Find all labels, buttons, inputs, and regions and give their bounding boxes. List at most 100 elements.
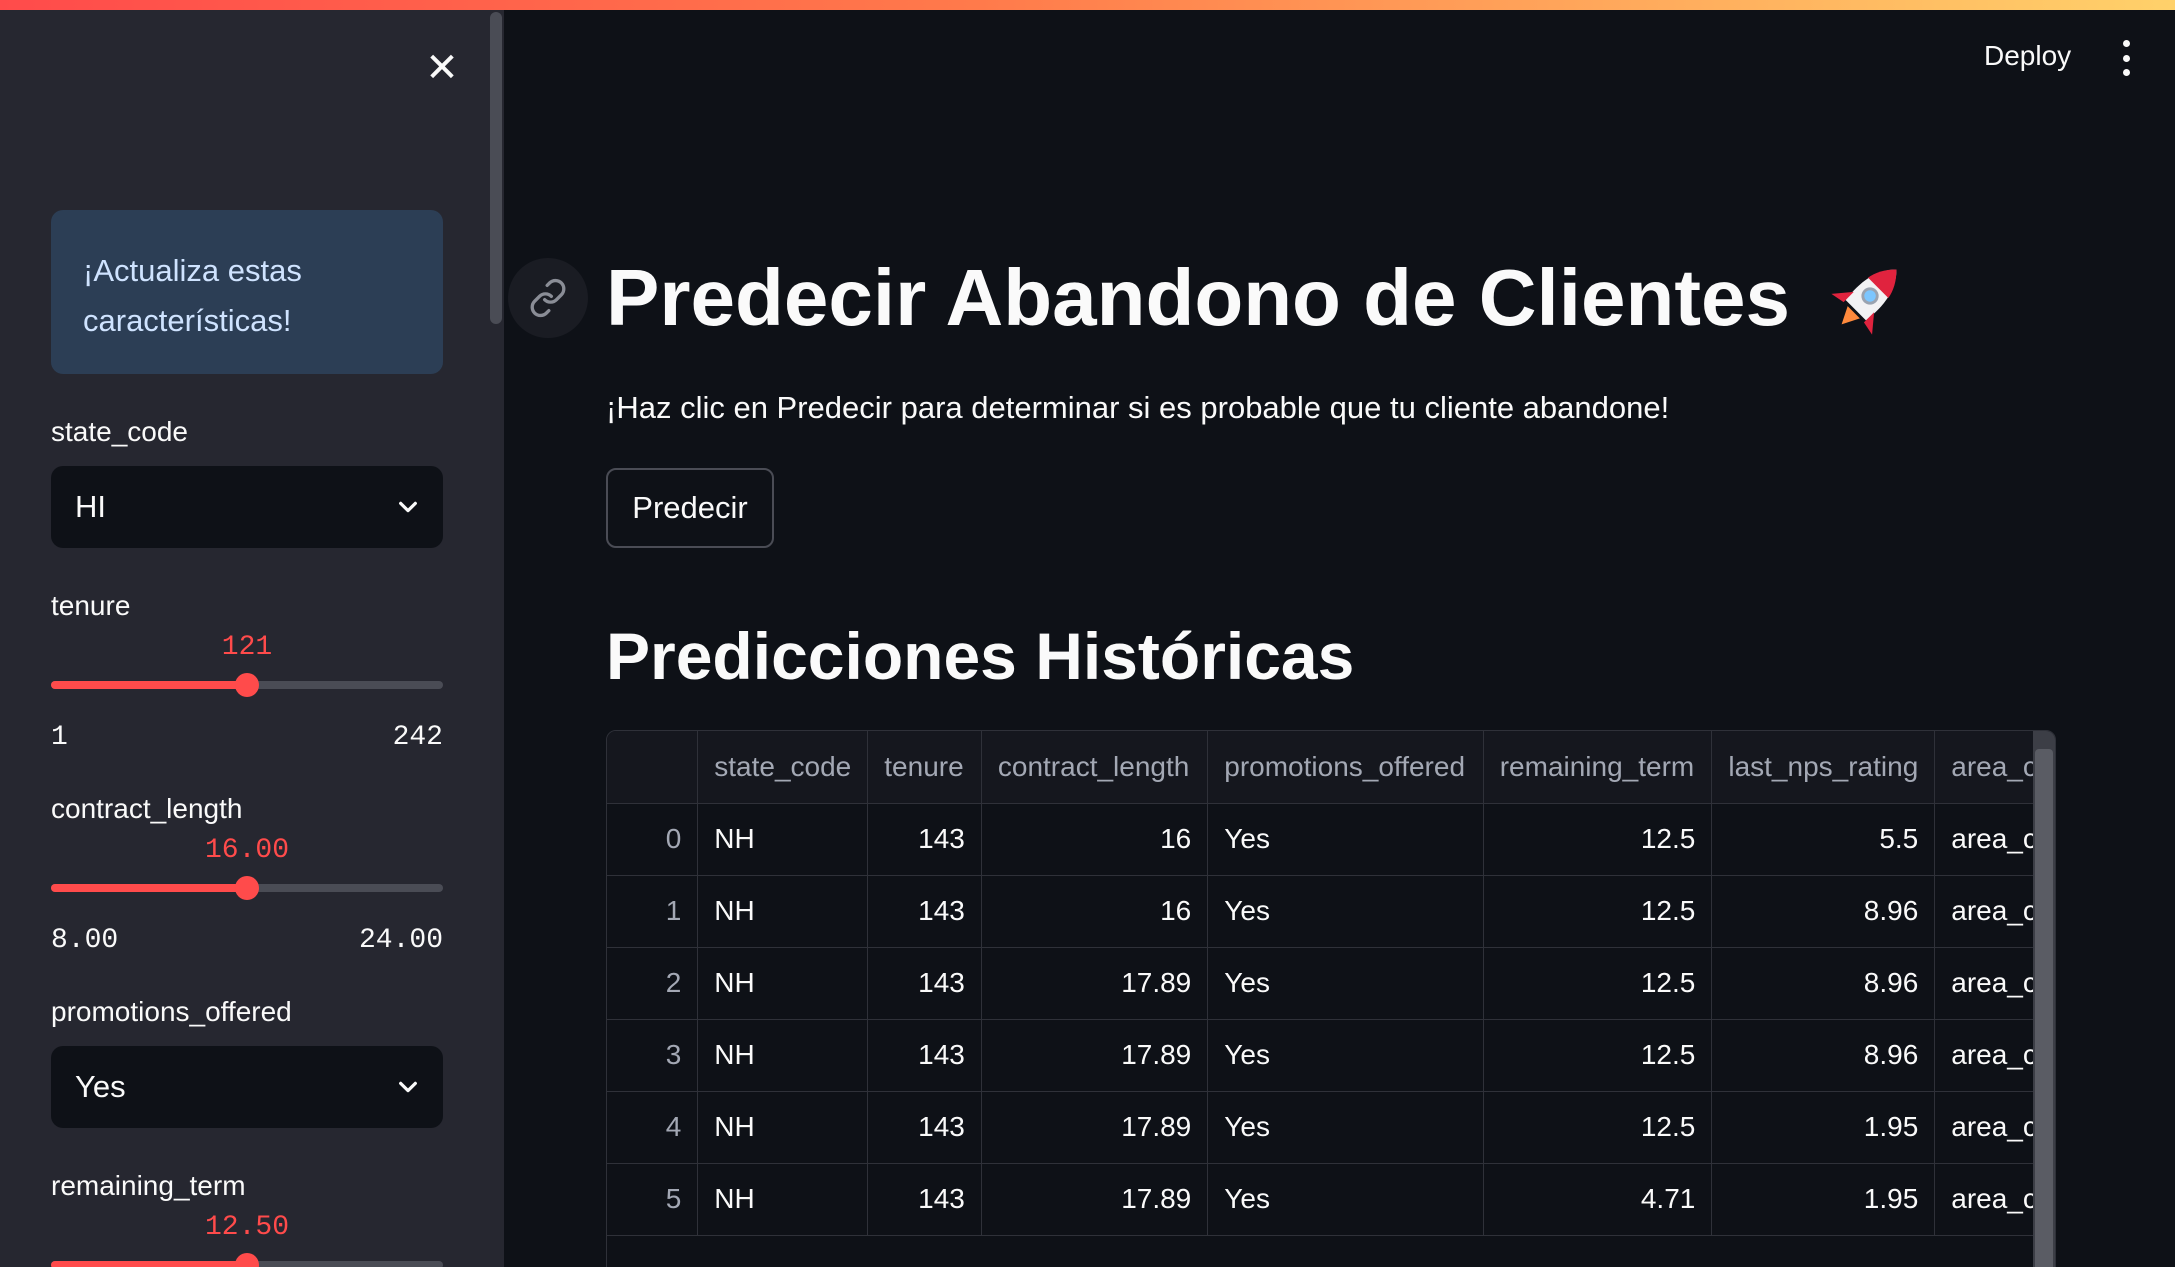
info-text: ¡Actualiza estas características!: [83, 253, 302, 338]
page-title: Predecir Abandono de Clientes: [606, 252, 1914, 344]
contract-length-slider-value: 16.00: [204, 835, 290, 866]
deploy-button[interactable]: Deploy: [1984, 40, 2071, 72]
row-index[interactable]: 0: [607, 803, 699, 876]
info-box: ¡Actualiza estas características!: [51, 210, 443, 374]
table-cell[interactable]: 17.89: [981, 1091, 1209, 1164]
state-code-select[interactable]: HI: [51, 466, 443, 548]
page-title-text: Predecir Abandono de Clientes: [606, 253, 1790, 342]
row-index[interactable]: 3: [607, 1019, 699, 1092]
table-cell[interactable]: NH: [697, 803, 869, 876]
table-cell[interactable]: Yes: [1207, 1019, 1484, 1092]
table-cell[interactable]: 17.89: [981, 1163, 1209, 1236]
table-cell[interactable]: 12.5: [1483, 947, 1713, 1020]
remaining-term-slider-value: 12.50: [204, 1212, 290, 1243]
table-scrollbar[interactable]: [2033, 731, 2055, 1267]
table-scrollbar-thumb[interactable]: [2035, 749, 2053, 1267]
table-cell[interactable]: 16: [981, 875, 1209, 948]
table-cell[interactable]: NH: [697, 1091, 869, 1164]
table-cell[interactable]: NH: [697, 947, 869, 1020]
table-row: 0 NH 143 16 Yes 12.5 5.5 area_c: [607, 803, 2055, 876]
tenure-min: 1: [51, 722, 68, 753]
close-sidebar-icon[interactable]: ✕: [424, 48, 460, 88]
chevron-down-icon: [399, 1081, 417, 1093]
promotions-offered-label: promotions_offered: [51, 996, 292, 1027]
table-cell[interactable]: 12.5: [1483, 803, 1713, 876]
promotions-offered-value: Yes: [75, 1069, 126, 1104]
contract-length-slider[interactable]: [51, 876, 443, 900]
column-header[interactable]: remaining_term: [1483, 731, 1713, 804]
column-header[interactable]: last_nps_rating: [1711, 731, 1936, 804]
tenure-max: 242: [392, 722, 443, 753]
top-decoration-bar: [0, 0, 2175, 10]
contract-length-min: 8.00: [51, 925, 119, 956]
row-index[interactable]: 4: [607, 1091, 699, 1164]
table-cell[interactable]: Yes: [1207, 803, 1484, 876]
table-cell[interactable]: 143: [867, 1019, 982, 1092]
rocket-icon: [1831, 269, 1897, 335]
table-cell[interactable]: Yes: [1207, 1163, 1484, 1236]
column-header[interactable]: contract_length: [981, 731, 1209, 804]
remaining-term-slider-handle[interactable]: [235, 1253, 259, 1267]
table-cell[interactable]: 1.95: [1711, 1163, 1936, 1236]
table-cell[interactable]: 5.5: [1711, 803, 1936, 876]
sidebar-scrollbar[interactable]: [490, 12, 502, 324]
table-cell[interactable]: 8.96: [1711, 1019, 1936, 1092]
table-cell[interactable]: 8.96: [1711, 875, 1936, 948]
table-header-row: state_code tenure contract_length promot…: [607, 731, 2055, 804]
row-index[interactable]: 1: [607, 875, 699, 948]
anchor-link-icon[interactable]: [508, 258, 588, 338]
table-cell[interactable]: 12.5: [1483, 1091, 1713, 1164]
table-cell[interactable]: 143: [867, 1163, 982, 1236]
history-table[interactable]: state_code tenure contract_length promot…: [606, 730, 2056, 1267]
tenure-slider-handle[interactable]: [235, 673, 259, 697]
table-cell[interactable]: NH: [697, 1019, 869, 1092]
contract-length-slider-range: 8.00 24.00: [51, 925, 443, 956]
table-cell[interactable]: Yes: [1207, 1091, 1484, 1164]
main-menu-icon[interactable]: [2120, 40, 2132, 76]
history-title: Predicciones Históricas: [606, 619, 1355, 693]
table-cell[interactable]: 143: [867, 875, 982, 948]
state-code-value: HI: [75, 489, 106, 524]
table-cell[interactable]: NH: [697, 1163, 869, 1236]
tenure-slider-value: 121: [221, 632, 273, 663]
column-header[interactable]: promotions_offered: [1207, 731, 1484, 804]
table-cell[interactable]: Yes: [1207, 875, 1484, 948]
tenure-slider-range: 1 242: [51, 722, 443, 753]
state-code-label: state_code: [51, 416, 188, 447]
table-row: 2 NH 143 17.89 Yes 12.5 8.96 area_c: [607, 947, 2055, 1020]
predict-button[interactable]: Predecir: [606, 468, 774, 548]
column-header[interactable]: state_code: [697, 731, 869, 804]
table-cell[interactable]: 12.5: [1483, 875, 1713, 948]
table-cell[interactable]: 1.95: [1711, 1091, 1936, 1164]
contract-length-slider-fill: [51, 884, 247, 892]
table-row: 1 NH 143 16 Yes 12.5 8.96 area_c: [607, 875, 2055, 948]
table-row: 4 NH 143 17.89 Yes 12.5 1.95 area_c: [607, 1091, 2055, 1164]
remaining-term-slider[interactable]: [51, 1253, 443, 1267]
column-header-index[interactable]: [607, 731, 699, 804]
table-cell[interactable]: 16: [981, 803, 1209, 876]
tenure-slider[interactable]: [51, 673, 443, 697]
column-header[interactable]: tenure: [867, 731, 982, 804]
table-cell[interactable]: 143: [867, 803, 982, 876]
sidebar: ✕ ¡Actualiza estas características! stat…: [0, 10, 504, 1267]
promotions-offered-select[interactable]: Yes: [51, 1046, 443, 1128]
chevron-down-icon: [399, 501, 417, 513]
row-index[interactable]: 2: [607, 947, 699, 1020]
remaining-term-slider-fill: [51, 1261, 247, 1267]
remaining-term-label: remaining_term: [51, 1170, 246, 1201]
table-cell[interactable]: 17.89: [981, 947, 1209, 1020]
table-cell[interactable]: 143: [867, 1091, 982, 1164]
table-cell[interactable]: 12.5: [1483, 1019, 1713, 1092]
table-cell[interactable]: 17.89: [981, 1019, 1209, 1092]
table-row: 3 NH 143 17.89 Yes 12.5 8.96 area_c: [607, 1019, 2055, 1092]
row-index[interactable]: 5: [607, 1163, 699, 1236]
contract-length-label: contract_length: [51, 793, 243, 824]
page-subtitle: ¡Haz clic en Predecir para determinar si…: [606, 390, 1670, 425]
table-cell[interactable]: 143: [867, 947, 982, 1020]
table-cell[interactable]: NH: [697, 875, 869, 948]
contract-length-slider-handle[interactable]: [235, 876, 259, 900]
table-cell[interactable]: Yes: [1207, 947, 1484, 1020]
table-cell[interactable]: 4.71: [1483, 1163, 1713, 1236]
table-cell[interactable]: 8.96: [1711, 947, 1936, 1020]
table-row: 5 NH 143 17.89 Yes 4.71 1.95 area_c: [607, 1163, 2055, 1236]
